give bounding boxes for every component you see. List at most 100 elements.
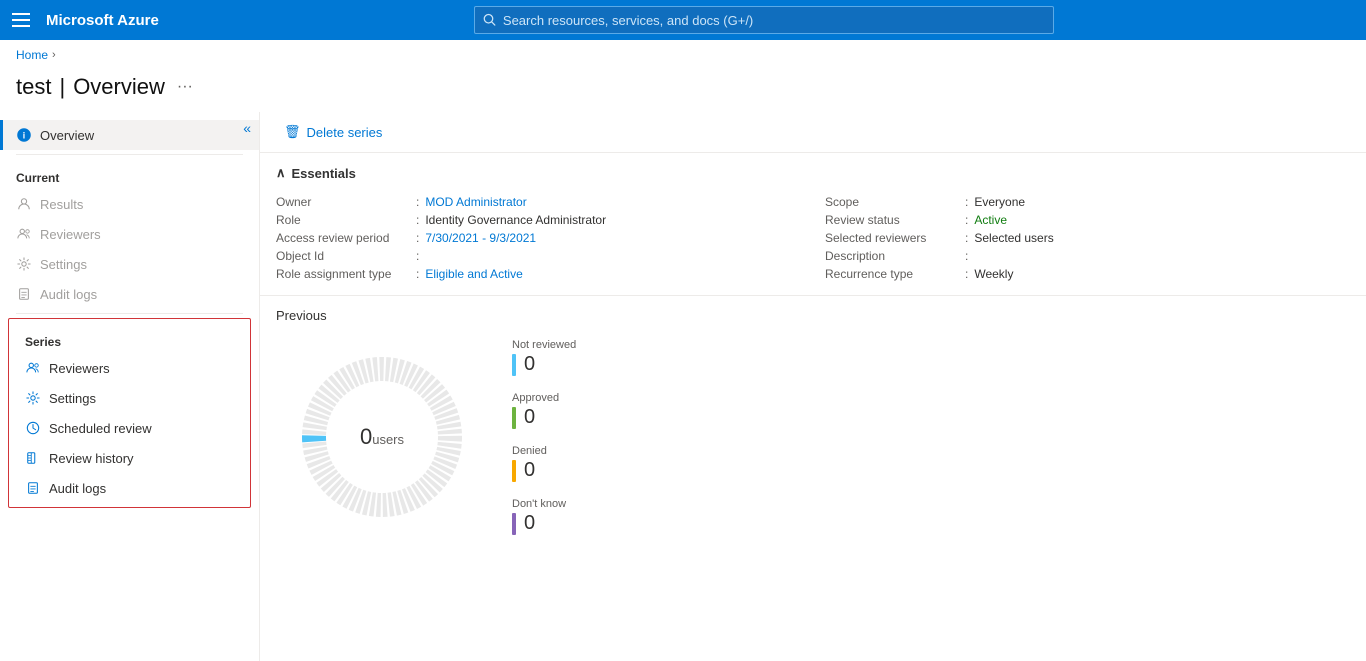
essentials-label-assignment: Role assignment type <box>276 267 416 281</box>
people-icon-series <box>25 360 41 376</box>
person-icon <box>16 196 32 212</box>
breadcrumb-home[interactable]: Home <box>16 48 48 62</box>
essentials-right-col: Scope : Everyone Review status : Active … <box>825 193 1350 283</box>
sidebar-item-review-history-label: Review history <box>49 451 134 466</box>
legend-bar-row-dontknow: 0 <box>512 512 576 535</box>
essentials-left-col: Owner : MOD Administrator Role : Identit… <box>276 193 801 283</box>
essentials-row-owner: Owner : MOD Administrator <box>276 193 801 211</box>
sidebar-item-auditlogs-series[interactable]: Audit logs <box>9 473 250 503</box>
sidebar-section-series-label: Series <box>9 323 250 353</box>
essentials-header[interactable]: ∧ Essentials <box>276 165 1350 181</box>
legend-label-approved: Approved <box>512 392 576 404</box>
essentials-row-objectid: Object Id : <box>276 247 801 265</box>
essentials-label-period: Access review period <box>276 231 416 245</box>
search-icon <box>483 13 497 27</box>
essentials-collapse-icon: ∧ <box>276 165 286 181</box>
info-icon: i <box>16 127 32 143</box>
essentials-row-assignment: Role assignment type : Eligible and Acti… <box>276 265 801 283</box>
essentials-grid: Owner : MOD Administrator Role : Identit… <box>276 193 1350 283</box>
legend-count-dontknow: 0 <box>524 512 535 535</box>
previous-label: Previous <box>276 308 1350 323</box>
sidebar-item-auditlogs-series-label: Audit logs <box>49 481 106 496</box>
essentials-value-reviewers: Selected users <box>974 231 1053 245</box>
page-title-resource: test <box>16 74 51 100</box>
essentials-value-period: 7/30/2021 - 9/3/2021 <box>425 231 536 245</box>
essentials-section: ∧ Essentials Owner : MOD Administrator R… <box>260 153 1366 296</box>
essentials-label-recurrence: Recurrence type <box>825 267 965 281</box>
book-icon <box>25 450 41 466</box>
legend-count-denied: 0 <box>524 459 535 482</box>
donut-center-label: users <box>372 432 404 447</box>
sidebar-section-current: Current <box>0 159 259 189</box>
svg-text:i: i <box>23 131 25 141</box>
legend-count-approved: 0 <box>524 406 535 429</box>
donut-center: 0users <box>360 424 404 450</box>
sidebar-item-settings-current[interactable]: Settings <box>0 249 259 279</box>
sidebar: « i Overview Current <box>0 112 260 661</box>
delete-series-button[interactable]: 🗑 Delete series <box>276 120 390 144</box>
donut-center-value: 0 <box>360 424 372 449</box>
sidebar-divider-1 <box>16 154 243 155</box>
legend-bar-dontknow <box>512 513 516 535</box>
legend-item-approved: Approved 0 <box>512 392 576 429</box>
chart-area: 0users Not reviewed 0 A <box>276 339 1350 535</box>
sidebar-item-overview-label: Overview <box>40 128 94 143</box>
main-layout: « i Overview Current <box>0 112 1366 661</box>
sidebar-item-review-history[interactable]: Review history <box>9 443 250 473</box>
sidebar-item-scheduled-review[interactable]: Scheduled review <box>9 413 250 443</box>
sidebar-item-auditlogs-current-label: Audit logs <box>40 287 97 302</box>
main-content-area: 🗑 Delete series ∧ Essentials Owner : <box>260 112 1366 661</box>
essentials-row-scope: Scope : Everyone <box>825 193 1350 211</box>
essentials-row-recurrence: Recurrence type : Weekly <box>825 265 1350 283</box>
essentials-label-objectid: Object Id <box>276 249 416 263</box>
search-bar[interactable] <box>474 6 1054 34</box>
sidebar-item-overview[interactable]: i Overview <box>0 120 259 150</box>
essentials-row-description: Description : <box>825 247 1350 265</box>
people-icon <box>16 226 32 242</box>
legend-bar-not-reviewed <box>512 354 516 376</box>
sidebar-item-auditlogs-current[interactable]: Audit logs <box>0 279 259 309</box>
legend-count-not-reviewed: 0 <box>524 353 535 376</box>
essentials-label-status: Review status <box>825 213 965 227</box>
sidebar-item-reviewers-series-label: Reviewers <box>49 361 110 376</box>
essentials-label-owner: Owner <box>276 195 416 209</box>
essentials-label-reviewers: Selected reviewers <box>825 231 965 245</box>
essentials-value-scope: Everyone <box>974 195 1025 209</box>
essentials-value-recurrence: Weekly <box>974 267 1013 281</box>
legend-label-denied: Denied <box>512 445 576 457</box>
essentials-value-owner: MOD Administrator <box>425 195 526 209</box>
sidebar-series-section: Series Reviewers <box>8 318 251 508</box>
legend-item-denied: Denied 0 <box>512 445 576 482</box>
chart-legend: Not reviewed 0 Approved 0 <box>512 339 576 535</box>
app-title: Microsoft Azure <box>46 12 159 29</box>
breadcrumb: Home › <box>0 40 1366 70</box>
essentials-label-description: Description <box>825 249 965 263</box>
sidebar-item-settings-series[interactable]: Settings <box>9 383 250 413</box>
essentials-value-assignment: Eligible and Active <box>425 267 522 281</box>
sidebar-item-results[interactable]: Results <box>0 189 259 219</box>
sidebar-divider-2 <box>16 313 243 314</box>
legend-bar-row-not-reviewed: 0 <box>512 353 576 376</box>
breadcrumb-separator: › <box>52 49 56 61</box>
search-input[interactable] <box>503 13 1045 28</box>
sidebar-item-reviewers-current[interactable]: Reviewers <box>0 219 259 249</box>
legend-bar-approved <box>512 407 516 429</box>
page-content: Home › test | Overview ··· « i Overview <box>0 40 1366 661</box>
page-title-row: test | Overview ··· <box>0 70 1366 112</box>
sidebar-item-settings-current-label: Settings <box>40 257 87 272</box>
legend-label-not-reviewed: Not reviewed <box>512 339 576 351</box>
essentials-label-scope: Scope <box>825 195 965 209</box>
gear-icon-current <box>16 256 32 272</box>
delete-series-label: Delete series <box>307 125 383 140</box>
essentials-row-role: Role : Identity Governance Administrator <box>276 211 801 229</box>
clipboard-icon-current <box>16 286 32 302</box>
hamburger-menu[interactable] <box>12 13 30 27</box>
sidebar-collapse-button[interactable]: « <box>243 120 251 136</box>
more-options-button[interactable]: ··· <box>177 78 193 96</box>
essentials-value-status: Active <box>974 213 1007 227</box>
sidebar-item-reviewers-series[interactable]: Reviewers <box>9 353 250 383</box>
essentials-row-period: Access review period : 7/30/2021 - 9/3/2… <box>276 229 801 247</box>
page-title-separator: | <box>59 74 65 100</box>
essentials-label-role: Role <box>276 213 416 227</box>
legend-item-dontknow: Don't know 0 <box>512 498 576 535</box>
